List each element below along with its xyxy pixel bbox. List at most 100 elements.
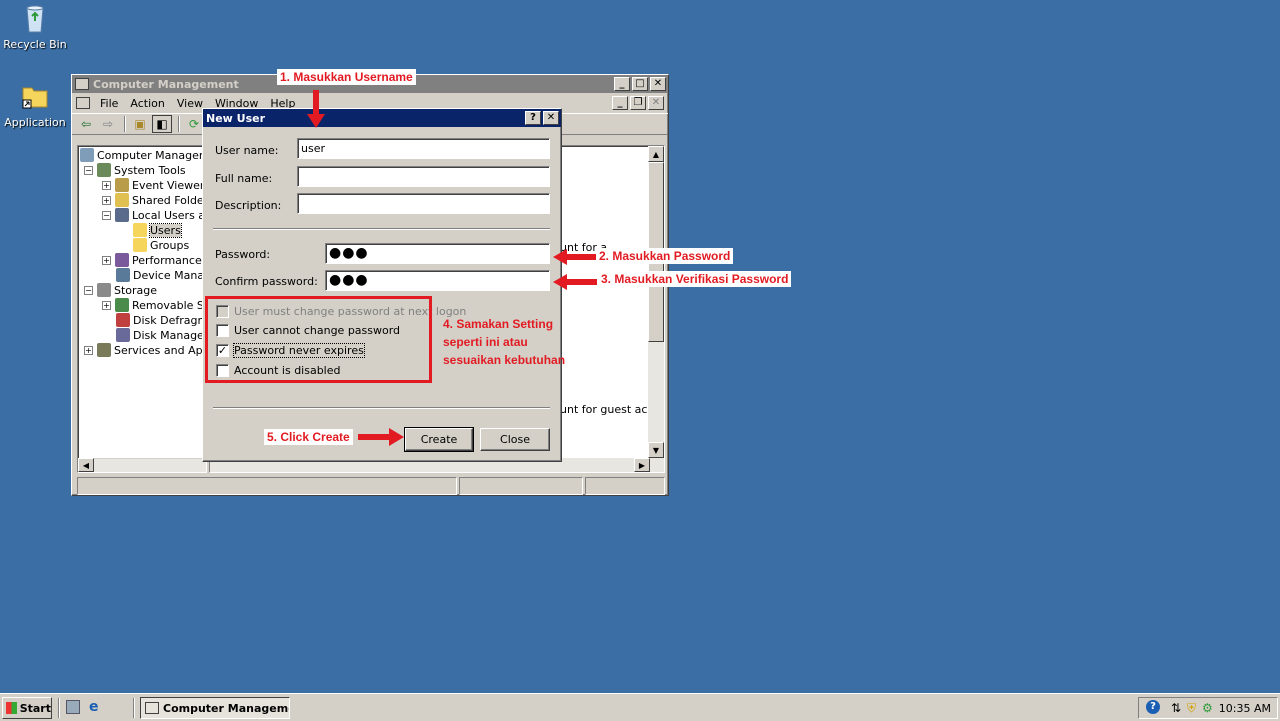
event-viewer-icon xyxy=(115,178,129,192)
menu-file[interactable]: File xyxy=(94,97,124,110)
tree-node-groups[interactable]: Groups xyxy=(133,238,189,252)
tree-node[interactable]: + Removable Sto xyxy=(102,298,206,312)
storage-icon xyxy=(97,283,111,297)
password-input[interactable]: ●●● xyxy=(325,243,550,264)
folder-icon xyxy=(133,223,147,237)
expand-icon[interactable]: + xyxy=(102,180,111,190)
forward-arrow-icon[interactable]: ⇨ xyxy=(98,115,118,133)
tree-node-users[interactable]: Users xyxy=(133,222,182,238)
status-bar xyxy=(77,477,665,495)
scroll-down-icon[interactable]: ▼ xyxy=(648,442,664,458)
annotation-step1: 1. Masukkan Username xyxy=(277,69,416,85)
close-button[interactable]: ✕ xyxy=(650,77,666,91)
desktop-icon-recycle-bin[interactable]: Recycle Bin xyxy=(0,2,70,51)
tree-node[interactable]: − System Tools xyxy=(84,163,186,177)
system-tray: ⇅ ⛨ ⚙ 10:35 AM xyxy=(1138,697,1278,719)
description-input[interactable] xyxy=(297,193,550,214)
arrow-down-icon xyxy=(307,90,325,128)
tools-icon xyxy=(97,163,111,177)
server-manager-icon[interactable] xyxy=(66,700,80,714)
windows-logo-icon xyxy=(6,702,17,714)
collapse-icon[interactable]: − xyxy=(84,285,93,295)
fullname-input[interactable] xyxy=(297,166,550,187)
fullname-label: Full name: xyxy=(215,172,273,185)
scroll-right-icon[interactable]: ▶ xyxy=(634,458,650,472)
status-panel xyxy=(459,477,583,495)
device-manager-icon xyxy=(116,268,130,282)
taskbar-separator xyxy=(58,698,60,718)
tree-node[interactable]: Computer Management xyxy=(80,148,206,162)
annotation-step5: 5. Click Create xyxy=(264,429,353,445)
scroll-left-icon[interactable]: ◀ xyxy=(78,458,94,472)
computer-icon xyxy=(75,78,89,90)
collapse-icon[interactable]: − xyxy=(102,210,111,220)
settings-highlight-box xyxy=(205,296,432,383)
tree-node[interactable]: − Storage xyxy=(84,283,157,297)
task-computer-management[interactable]: Computer Manageme... xyxy=(140,697,290,719)
new-user-dialog: New User ? ✕ User name: Full name: Descr… xyxy=(202,108,562,462)
expand-icon[interactable]: + xyxy=(102,255,111,265)
toolbar-separator xyxy=(178,116,180,132)
dialog-titlebar[interactable]: New User ? ✕ xyxy=(203,109,561,127)
description-label: Description: xyxy=(215,199,282,212)
username-input[interactable] xyxy=(297,138,550,159)
tree-horizontal-scrollbar[interactable]: ◀ xyxy=(78,458,206,472)
child-restore-button[interactable]: ❐ xyxy=(630,96,646,110)
menu-action[interactable]: Action xyxy=(124,97,170,110)
divider xyxy=(213,407,550,409)
close-dialog-button[interactable]: Close xyxy=(480,428,550,451)
status-panel xyxy=(77,477,457,495)
expand-icon[interactable]: + xyxy=(84,345,93,355)
security-shield-icon[interactable]: ⛨ xyxy=(1187,701,1196,716)
update-icon[interactable]: ⚙ xyxy=(1202,701,1213,715)
desktop-icon-application[interactable]: Application xyxy=(0,80,70,129)
scroll-up-icon[interactable]: ▲ xyxy=(648,146,664,162)
confirm-password-label: Confirm password: xyxy=(215,275,318,288)
taskbar: Start e Computer Manageme... ? ⇅ ⛨ ⚙ 10:… xyxy=(0,693,1280,721)
arrow-left-icon xyxy=(553,274,597,290)
taskbar-separator xyxy=(133,698,135,718)
tree-node[interactable]: Device Manage xyxy=(116,268,206,282)
vertical-scrollbar[interactable]: ▲ ▼ xyxy=(648,146,664,458)
arrow-left-icon xyxy=(553,249,597,265)
child-close-button[interactable]: ✕ xyxy=(648,96,664,110)
disk-management-icon xyxy=(116,328,130,342)
create-button[interactable]: Create xyxy=(404,427,474,452)
internet-explorer-icon[interactable]: e xyxy=(89,699,105,715)
expand-icon[interactable]: + xyxy=(102,195,111,205)
network-icon[interactable]: ⇅ xyxy=(1171,701,1181,715)
help-button[interactable]: ? xyxy=(525,111,541,125)
back-arrow-icon[interactable]: ⇦ xyxy=(76,115,96,133)
status-panel xyxy=(585,477,665,495)
expand-icon[interactable]: + xyxy=(102,300,111,310)
tree-node[interactable]: Disk Defragmer xyxy=(116,313,206,327)
annotation-step3: 3. Masukkan Verifikasi Password xyxy=(598,271,792,287)
username-label: User name: xyxy=(215,144,279,157)
tree-node[interactable]: + Shared Folders xyxy=(102,193,206,207)
up-folder-icon[interactable]: ▣ xyxy=(130,115,150,133)
tree-node[interactable]: + Event Viewer xyxy=(102,178,204,192)
arrow-right-icon xyxy=(358,428,404,446)
annotation-step4: 4. Samakan Setting seperti ini atau sesu… xyxy=(443,317,566,367)
child-minimize-button[interactable]: _ xyxy=(612,96,628,110)
show-tree-icon[interactable]: ◧ xyxy=(152,115,172,133)
tree-node[interactable]: +Performance Lo xyxy=(102,253,206,267)
tree-node[interactable]: +Services and Applic xyxy=(84,343,206,357)
computer-icon xyxy=(145,702,159,714)
start-button[interactable]: Start xyxy=(2,697,52,719)
performance-icon xyxy=(115,253,129,267)
services-icon xyxy=(97,343,111,357)
defragmenter-icon xyxy=(116,313,130,327)
collapse-icon[interactable]: − xyxy=(84,165,93,175)
computer-icon xyxy=(76,97,90,109)
minimize-button[interactable]: _ xyxy=(614,77,630,91)
tree-node[interactable]: Disk Manageme xyxy=(116,328,206,342)
computer-icon xyxy=(80,148,94,162)
confirm-password-input[interactable]: ●●● xyxy=(325,270,550,291)
tree-node[interactable]: −Local Users and xyxy=(102,208,206,222)
clock: 10:35 AM xyxy=(1218,701,1271,715)
annotation-step2: 2. Masukkan Password xyxy=(596,248,734,264)
dialog-close-button[interactable]: ✕ xyxy=(543,111,559,125)
refresh-icon[interactable]: ⟳ xyxy=(184,115,204,133)
maximize-button[interactable]: □ xyxy=(632,77,648,91)
